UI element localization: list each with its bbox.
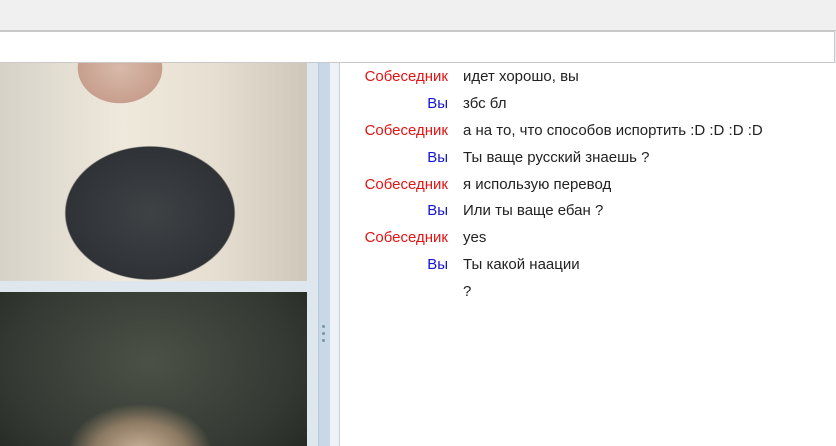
message-text: Или ты ваще ебан ? [463, 202, 604, 219]
address-bar[interactable] [0, 31, 835, 63]
sender-label: Собеседник [364, 229, 448, 246]
chat-message: Вы Ты какой наации [340, 253, 836, 277]
browser-toolbar [0, 0, 836, 31]
sender-label: Собеседник [364, 68, 448, 85]
grip-dot [322, 332, 325, 335]
sender-label: Вы [427, 95, 448, 112]
self-video [0, 292, 307, 446]
chat-message: Собеседник а на то, что способов испорти… [340, 119, 836, 143]
message-text: Ты ваще русский знаешь ? [463, 149, 650, 166]
message-text: збс бл [463, 95, 507, 112]
message-text: а на то, что способов испортить :D :D :D… [463, 122, 763, 139]
chat-message: Собеседник идет хорошо, вы [340, 65, 836, 89]
chat-log: Собеседник идет хорошо, вы Вы збс бл Соб… [330, 63, 836, 446]
sender-label: Вы [427, 202, 448, 219]
message-text: yes [463, 229, 487, 246]
grip-dot [322, 325, 325, 328]
chat-message: Собеседник yes [340, 226, 836, 250]
grip-dot [322, 339, 325, 342]
sender-label: Вы [427, 149, 448, 166]
sender-label: Собеседник [364, 122, 448, 139]
sender-label: Вы [427, 256, 448, 273]
chat-message: Вы збс бл [340, 92, 836, 116]
message-text: ? [463, 283, 472, 300]
chat-message: Собеседник я использую перевод [340, 173, 836, 197]
video-pane [0, 63, 318, 446]
message-text: идет хорошо, вы [463, 68, 579, 85]
chat-message: Вы Ты ваще русский знаешь ? [340, 146, 836, 170]
partner-video [0, 63, 307, 281]
sender-label: Собеседник [364, 176, 448, 193]
message-text: я использую перевод [463, 176, 612, 193]
message-text: Ты какой наации [463, 256, 580, 273]
chat-message: ? [340, 280, 836, 304]
chat-message: Вы Или ты ваще ебан ? [340, 199, 836, 223]
